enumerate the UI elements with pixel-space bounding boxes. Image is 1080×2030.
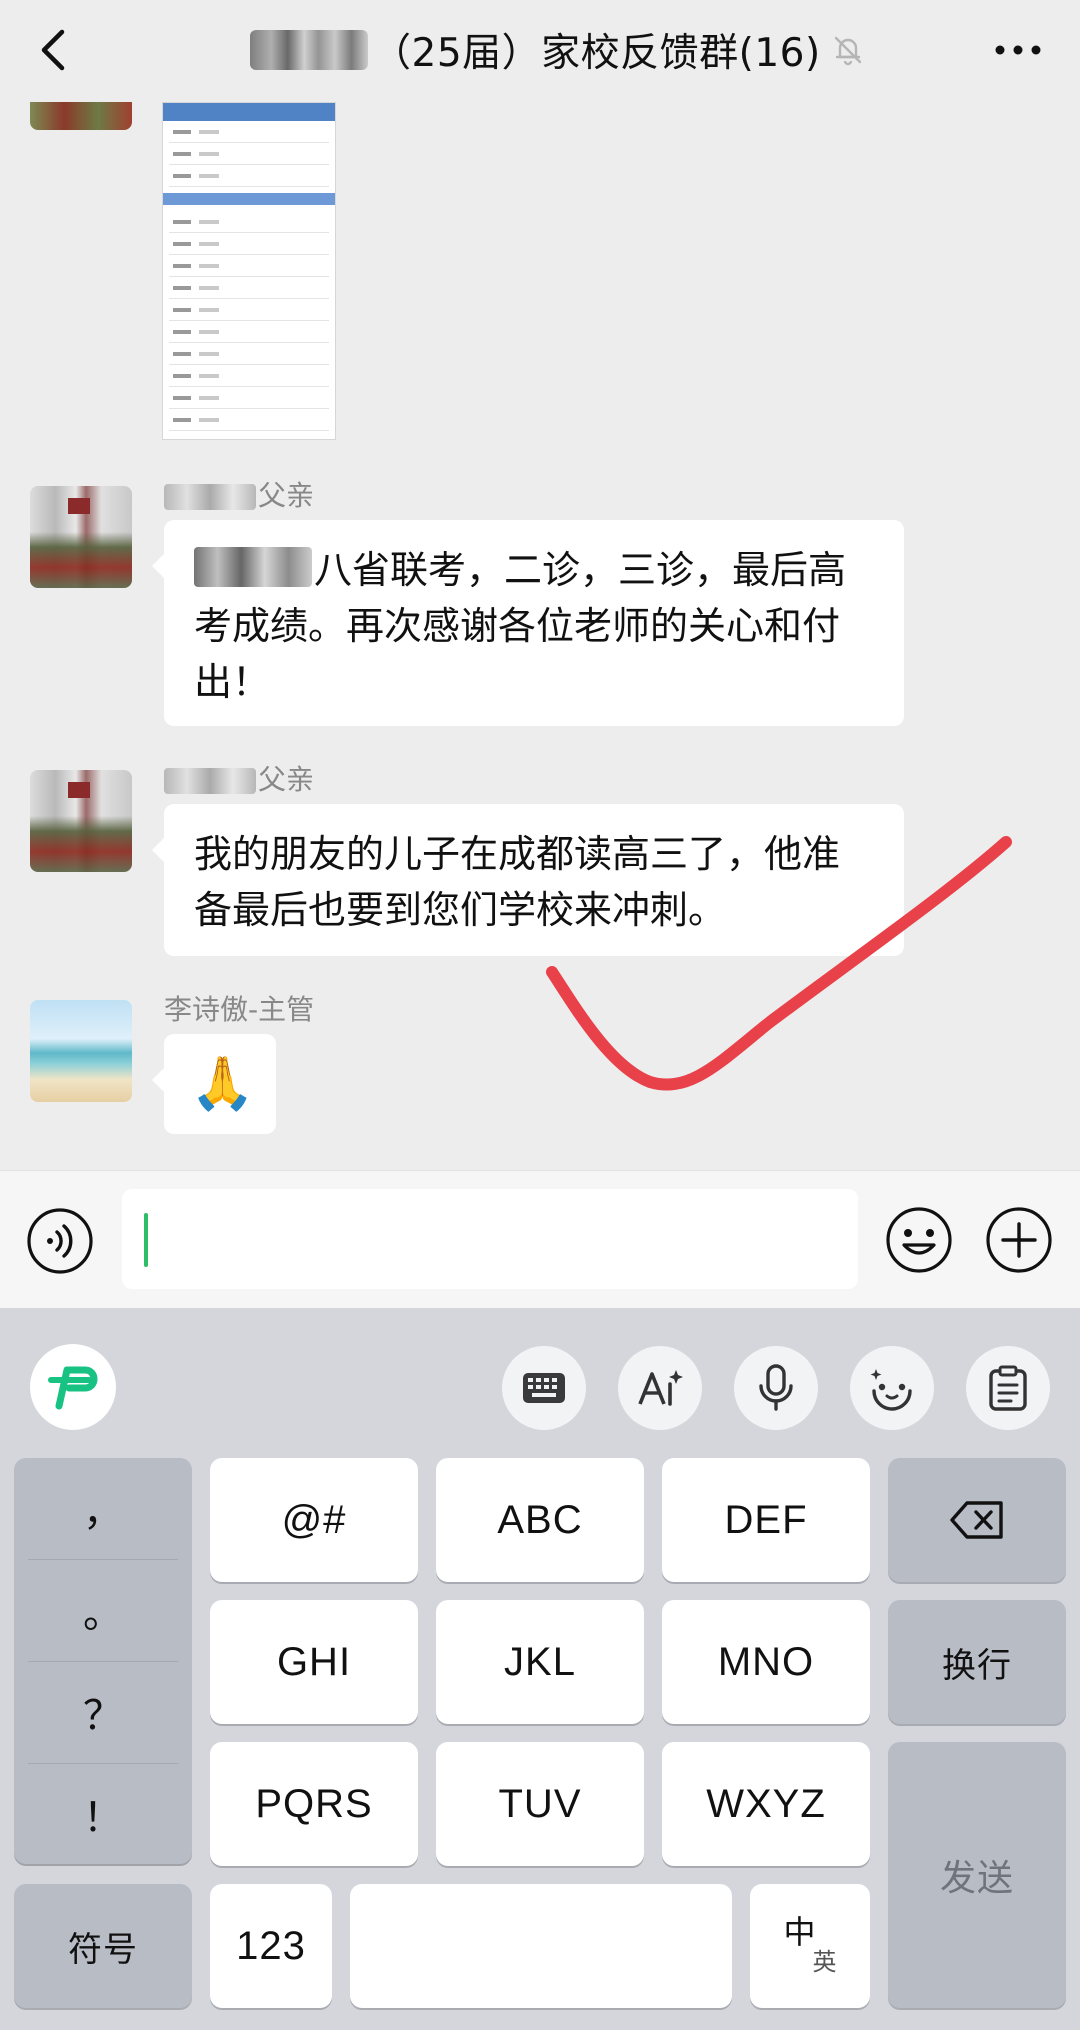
language-switch-key[interactable]: 中 英 <box>750 1884 870 2008</box>
message-input[interactable] <box>122 1189 858 1289</box>
microphone-icon <box>759 1364 793 1411</box>
avatar[interactable] <box>30 102 132 130</box>
sticker-face-icon <box>870 1369 912 1411</box>
key-jkl[interactable]: JKL <box>436 1600 644 1724</box>
backspace-icon <box>950 1501 1003 1539</box>
input-bar <box>0 1170 1080 1308</box>
message-bubble[interactable]: 我的朋友的儿子在成都读高三了，他准备最后也要到您们学校来冲刺。 <box>152 804 904 956</box>
voice-keyboard-button[interactable] <box>734 1346 818 1430</box>
en-label: 英 <box>812 1949 838 1976</box>
key-tuv[interactable]: TUV <box>436 1742 644 1866</box>
newline-key[interactable]: 换行 <box>888 1600 1066 1724</box>
redacted-name <box>164 484 256 510</box>
message-text: 我的朋友的儿子在成都读高三了，他准备最后也要到您们学校来冲刺。 <box>194 832 841 932</box>
redacted-name <box>194 547 312 587</box>
keyboard-icon <box>523 1373 565 1403</box>
message-bubble[interactable]: 🙏 <box>152 1034 276 1134</box>
punct-question-key[interactable]: ？ <box>14 1662 192 1762</box>
space-key[interactable] <box>350 1884 732 2008</box>
ai-button[interactable] <box>618 1346 702 1430</box>
zh-label: 中 <box>783 1914 817 1950</box>
clipboard-icon <box>989 1365 1027 1411</box>
pray-emoji: 🙏 <box>190 1054 255 1114</box>
chat-title-text: （25届）家校反馈群(16) <box>372 31 821 76</box>
keyboard: ， 。 ？ ！ @# ABC DEF GHI JKL MNO 换行 PQRS T… <box>0 1308 1080 2030</box>
send-key[interactable]: 发送 <box>888 1742 1066 2008</box>
chat-header: （25届）家校反馈群(16) <box>0 0 1080 102</box>
numbers-key[interactable]: 123 <box>210 1884 332 2008</box>
key-abc[interactable]: ABC <box>436 1458 644 1582</box>
ime-logo-button[interactable] <box>30 1344 116 1430</box>
keyboard-layout-button[interactable] <box>502 1346 586 1430</box>
punct-comma-key[interactable]: ， <box>14 1458 192 1558</box>
keyboard-toolbar <box>0 1308 1080 1456</box>
more-options-icon[interactable] <box>992 30 1044 70</box>
emoji-icon[interactable] <box>884 1205 954 1275</box>
punct-exclaim-key[interactable]: ！ <box>14 1764 192 1864</box>
key-mno[interactable]: MNO <box>662 1600 870 1724</box>
punct-period-key[interactable]: 。 <box>14 1560 192 1660</box>
message-bubble[interactable]: 八省联考，二诊，三诊，最后高考成绩。再次感谢各位老师的关心和付出！ <box>152 520 904 726</box>
key-ghi[interactable]: GHI <box>210 1600 418 1724</box>
avatar[interactable] <box>30 1000 132 1102</box>
punctuation-column: ， 。 ？ ！ <box>14 1458 192 1864</box>
chat-title: （25届）家校反馈群(16) <box>250 20 865 80</box>
key-pqrs[interactable]: PQRS <box>210 1742 418 1866</box>
avatar[interactable] <box>30 486 132 588</box>
backspace-key[interactable] <box>888 1458 1066 1582</box>
back-chevron-icon[interactable] <box>28 22 84 78</box>
key-wxyz[interactable]: WXYZ <box>662 1742 870 1866</box>
text-caret <box>144 1213 148 1267</box>
chat-messages[interactable]: 父亲 八省联考，二诊，三诊，最后高考成绩。再次感谢各位老师的关心和付出！ 父亲 … <box>0 102 1080 1170</box>
key-def[interactable]: DEF <box>662 1458 870 1582</box>
avatar[interactable] <box>30 770 132 872</box>
redacted-name <box>164 768 256 794</box>
redacted-group-name <box>250 30 368 70</box>
voice-input-icon[interactable] <box>26 1207 94 1275</box>
sender-name: 父亲 <box>164 758 314 798</box>
symbols-key[interactable]: 符号 <box>14 1884 192 2008</box>
ai-icon <box>638 1370 683 1406</box>
muted-bell-icon <box>834 36 861 66</box>
sticker-button[interactable] <box>850 1346 934 1430</box>
key-at-hash[interactable]: @# <box>210 1458 418 1582</box>
sender-name: 父亲 <box>164 474 314 514</box>
ime-logo-icon <box>48 1366 98 1410</box>
sender-name: 李诗傲-主管 <box>164 993 315 1026</box>
clipboard-button[interactable] <box>966 1346 1050 1430</box>
score-report-image[interactable] <box>162 102 336 440</box>
plus-icon[interactable] <box>984 1205 1054 1275</box>
